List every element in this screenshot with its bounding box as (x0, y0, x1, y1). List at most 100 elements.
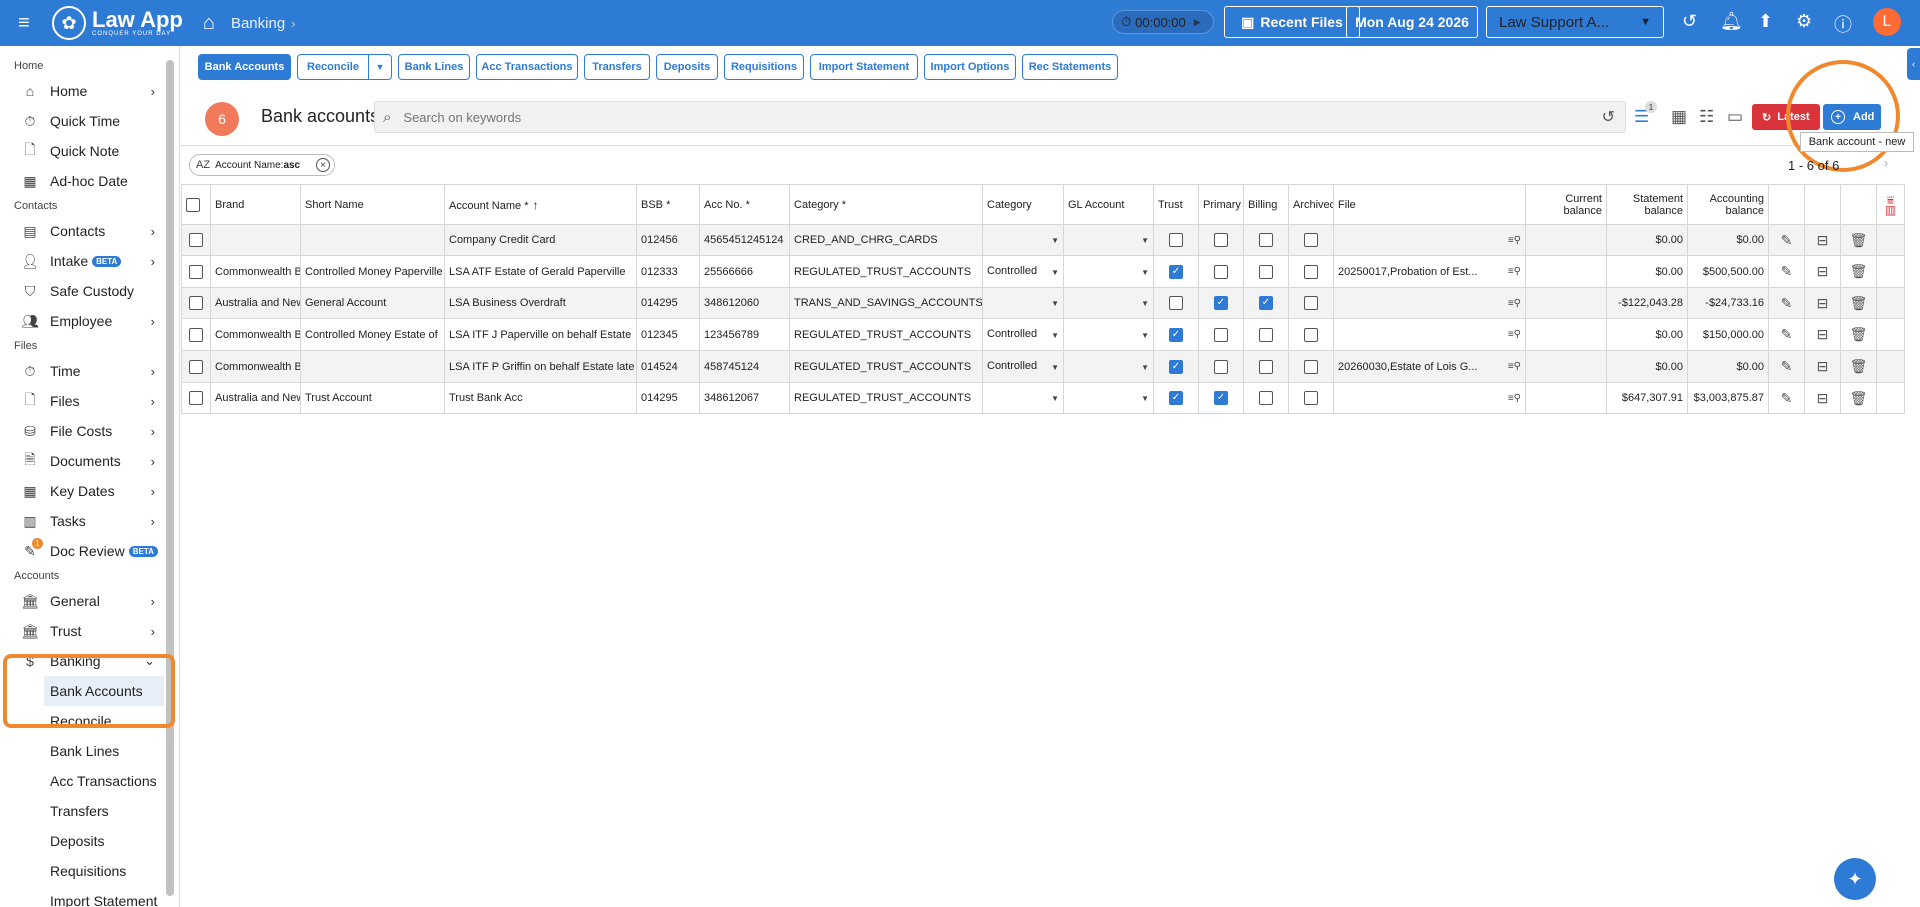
dropdown-arrow-icon[interactable]: ▼ (1141, 331, 1149, 340)
row-select-checkbox[interactable] (189, 359, 203, 374)
cell-category[interactable]: Controlled ▼ (982, 255, 1064, 288)
chevron-down-icon[interactable]: ▼ (369, 55, 391, 79)
cell-acc-no[interactable]: 4565451245124 (699, 224, 790, 256)
cell-file[interactable]: ≡⚲ (1333, 224, 1526, 256)
col-primary[interactable]: Primary (1198, 184, 1244, 225)
archive-icon[interactable]: ⊟ (1817, 390, 1829, 406)
cell-gl-account[interactable]: ▼ (1063, 318, 1154, 351)
comment-icon[interactable]: ▭ (1727, 107, 1743, 127)
cell-brand[interactable]: Commonwealth B (210, 350, 301, 383)
sidebar-item-time[interactable]: ⏱ Time › (0, 356, 179, 386)
trust-checkbox[interactable] (1169, 296, 1183, 310)
workspace-select[interactable]: Law Support A... ▼ (1486, 6, 1664, 38)
col-gl-account[interactable]: GL Account (1063, 184, 1154, 225)
delete-icon[interactable]: 🗑︎ (1850, 263, 1868, 279)
dropdown-arrow-icon[interactable]: ▼ (1141, 299, 1149, 308)
play-icon[interactable]: ▶ (1194, 17, 1201, 28)
col-billing[interactable]: Billing (1243, 184, 1289, 225)
cell-bsb[interactable]: 012456 (636, 224, 700, 256)
cell-category[interactable]: Controlled ▼ (982, 350, 1064, 383)
cell-brand[interactable] (210, 224, 301, 256)
avatar[interactable]: L (1873, 8, 1901, 36)
column-filter-icon[interactable]: ⩸ ▥ (1881, 194, 1900, 216)
col-category-required[interactable]: Category * (789, 184, 983, 225)
primary-checkbox[interactable] (1214, 233, 1228, 247)
dropdown-arrow-icon[interactable]: ▼ (1141, 268, 1149, 277)
delete-icon[interactable]: 🗑︎ (1850, 390, 1868, 406)
cell-file[interactable]: 20260030,Estate of Lois G... ≡⚲ (1333, 350, 1526, 383)
search-input[interactable] (403, 109, 1554, 125)
cell-category[interactable]: Controlled ▼ (982, 318, 1064, 351)
cell-file[interactable]: 20250017,Probation of Est... ≡⚲ (1333, 255, 1526, 288)
billing-checkbox[interactable] (1259, 359, 1273, 374)
billing-checkbox[interactable] (1259, 327, 1273, 342)
list-view-icon[interactable]: ☷ (1699, 107, 1714, 127)
side-panel-toggle-icon[interactable]: ‹ (1907, 48, 1920, 80)
cell-short-name[interactable] (300, 224, 445, 256)
col-accounting-balance[interactable]: Accounting balance (1687, 184, 1769, 225)
trust-checkbox[interactable] (1169, 233, 1183, 247)
col-bsb[interactable]: BSB * (636, 184, 700, 225)
dropdown-arrow-icon[interactable]: ▼ (1051, 394, 1059, 403)
col-acc-no[interactable]: Acc No. * (699, 184, 790, 225)
menu-collapse-icon[interactable]: ≡ (18, 12, 42, 35)
col-current-balance[interactable]: Current balance (1525, 184, 1607, 225)
sidebar-item-documents[interactable]: 🗎 Documents › (0, 446, 179, 476)
billing-checkbox[interactable] (1259, 264, 1273, 279)
sidebar-item-files[interactable]: 🗋 Files › (0, 386, 179, 416)
breadcrumb[interactable]: Banking (231, 15, 285, 32)
sidebar-sub-deposits[interactable]: Deposits (0, 826, 179, 856)
file-lookup-icon[interactable]: ≡⚲ (1508, 361, 1521, 372)
edit-icon[interactable]: ✎ (1781, 390, 1793, 406)
cell-category-required[interactable]: REGULATED_TRUST_ACCOUNTS (789, 382, 983, 414)
cell-category[interactable]: ▼ (982, 382, 1064, 414)
sidebar-item-contacts[interactable]: ▤ Contacts › (0, 216, 179, 246)
cell-category-required[interactable]: TRANS_AND_SAVINGS_ACCOUNTS (789, 287, 983, 319)
cell-gl-account[interactable]: ▼ (1063, 382, 1154, 414)
table-row[interactable]: Australia and New Trust Account Trust Bank… (181, 382, 1905, 414)
cell-short-name[interactable] (300, 350, 445, 383)
tab-rec-statements[interactable]: Rec Statements (1021, 54, 1118, 80)
cell-bsb[interactable]: 012345 (636, 318, 700, 351)
sidebar-item-file-costs[interactable]: ⛁ File Costs › (0, 416, 179, 446)
cell-gl-account[interactable]: ▼ (1063, 350, 1154, 383)
dropdown-arrow-icon[interactable]: ▼ (1141, 363, 1149, 372)
cell-account-name[interactable]: Trust Bank Acc (444, 382, 637, 414)
primary-checkbox[interactable]: ✓ (1214, 296, 1228, 310)
billing-checkbox[interactable] (1259, 391, 1273, 405)
archived-checkbox[interactable] (1304, 327, 1318, 342)
bell-icon[interactable]: 🔔︎ (1720, 11, 1743, 32)
sidebar-item-safe-custody[interactable]: ⛉ Safe Custody (0, 276, 179, 306)
cell-acc-no[interactable]: 25566666 (699, 255, 790, 288)
cell-category-required[interactable]: REGULATED_TRUST_ACCOUNTS (789, 255, 983, 288)
cell-acc-no[interactable]: 458745124 (699, 350, 790, 383)
row-select-checkbox[interactable] (189, 391, 203, 405)
dropdown-arrow-icon[interactable]: ▼ (1141, 236, 1149, 245)
edit-icon[interactable]: ✎ (1781, 326, 1793, 342)
edit-icon[interactable]: ✎ (1781, 263, 1793, 279)
billing-checkbox[interactable] (1259, 233, 1273, 247)
row-select-checkbox[interactable] (189, 327, 203, 342)
delete-icon[interactable]: 🗑︎ (1850, 295, 1868, 311)
cell-acc-no[interactable]: 348612060 (699, 287, 790, 319)
sidebar-item-home[interactable]: ⌂ Home › (0, 76, 179, 106)
sidebar-item-intake[interactable]: 👤︎ Intake BETA › (0, 246, 179, 276)
file-lookup-icon[interactable]: ≡⚲ (1508, 266, 1521, 277)
tab-transfers[interactable]: Transfers (583, 54, 650, 80)
sidebar-item-adhoc-date[interactable]: ▦ Ad-hoc Date (0, 166, 179, 196)
sidebar-item-general[interactable]: 🏛︎ General › (0, 586, 179, 616)
col-category[interactable]: Category (982, 184, 1064, 225)
col-short-name[interactable]: Short Name (300, 184, 445, 225)
primary-checkbox[interactable] (1214, 264, 1228, 279)
cell-category-required[interactable]: CRED_AND_CHRG_CARDS (789, 224, 983, 256)
archive-icon[interactable]: ⊟ (1817, 358, 1829, 374)
cell-category[interactable]: ▼ (982, 287, 1064, 319)
cell-category-required[interactable]: REGULATED_TRUST_ACCOUNTS (789, 318, 983, 351)
sidebar-sub-transfers[interactable]: Transfers (0, 796, 179, 826)
cell-gl-account[interactable]: ▼ (1063, 224, 1154, 256)
tab-bank-lines[interactable]: Bank Lines (397, 54, 470, 80)
cell-short-name[interactable]: Trust Account (300, 382, 445, 414)
sidebar-item-key-dates[interactable]: ▦ Key Dates › (0, 476, 179, 506)
cell-acc-no[interactable]: 123456789 (699, 318, 790, 351)
cell-file[interactable]: ≡⚲ (1333, 382, 1526, 414)
